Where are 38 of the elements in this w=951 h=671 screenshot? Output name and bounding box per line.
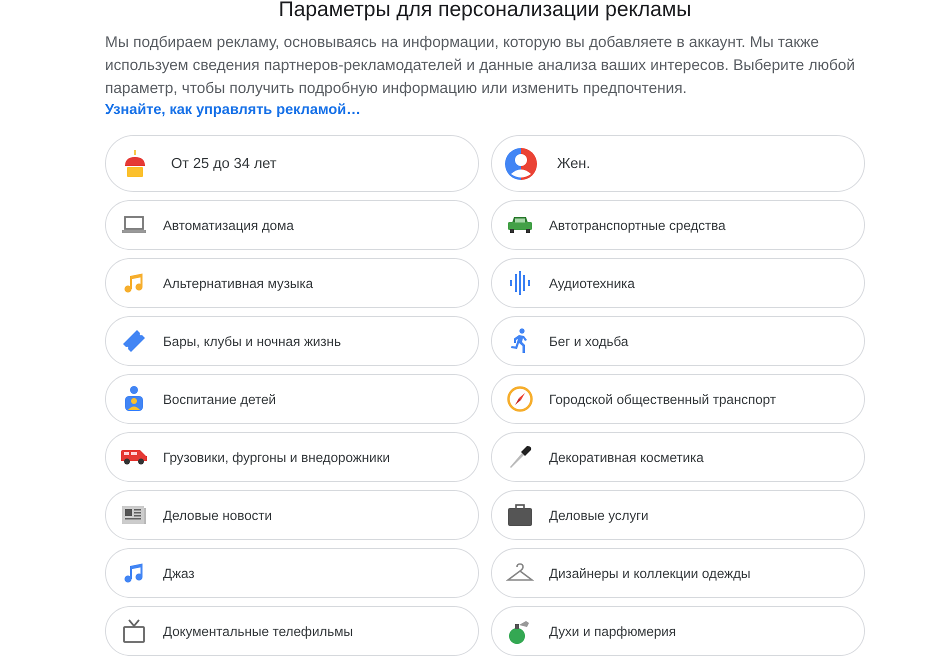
ad-factor-card[interactable]: Документальные телефильмы — [105, 606, 479, 656]
sound-wave-icon — [509, 271, 531, 295]
briefcase-icon — [508, 504, 532, 526]
ad-factor-card[interactable]: Жен. — [491, 135, 865, 192]
ad-factor-card[interactable]: Автотранспортные средства — [491, 200, 865, 250]
person-avatar-icon — [505, 148, 537, 180]
ticket-icon — [121, 328, 147, 354]
cake-icon — [124, 150, 146, 178]
runner-icon — [510, 328, 530, 354]
page-title: Параметры для персонализации рекламы — [278, 0, 692, 23]
tv-icon — [122, 619, 146, 643]
ad-factor-card[interactable]: Бары, клубы и ночная жизнь — [105, 316, 479, 366]
ad-factor-card[interactable]: Джаз — [105, 548, 479, 598]
ad-factor-card[interactable]: Грузовики, фургоны и внедорожники — [105, 432, 479, 482]
music-note-icon — [124, 563, 144, 583]
ad-factor-card[interactable]: Альтернативная музыка — [105, 258, 479, 308]
van-icon — [120, 449, 148, 465]
laptop-icon — [122, 216, 146, 234]
car-icon — [508, 216, 532, 234]
description-text: Мы подбираем рекламу, основываясь на информации, которую вы добавляете в аккаунт. Мы также используем сведения партнеров-рекламодателей и данные анализа ваших интересов. Выберите любой параметр, чтобы получить подробную информацию или изменить предпочтения. — [105, 33, 856, 99]
ad-factor-card[interactable]: Деловые услуги — [491, 490, 865, 540]
compass-icon — [507, 386, 533, 412]
hanger-icon — [506, 563, 534, 583]
ad-factor-card[interactable]: Духи и парфюмерия — [491, 606, 865, 656]
makeup-brush-icon — [508, 445, 532, 469]
ad-factor-card[interactable]: Воспитание детей — [105, 374, 479, 424]
ad-factor-card[interactable]: Дизайнеры и коллекции одежды — [491, 548, 865, 598]
ad-factor-card[interactable]: От 25 до 34 лет — [105, 135, 479, 192]
learn-more-link[interactable]: Узнайте, как управлять рекламой… — [105, 102, 361, 118]
music-note-icon — [124, 273, 144, 293]
ad-factor-card[interactable]: Городской общественный транспорт — [491, 374, 865, 424]
parent-child-icon — [123, 386, 145, 412]
ad-factor-card[interactable]: Декоративная косметика — [491, 432, 865, 482]
ad-factor-card[interactable]: Автоматизация дома — [105, 200, 479, 250]
ad-factor-card[interactable]: Аудиотехника — [491, 258, 865, 308]
newspaper-icon — [122, 505, 146, 525]
ad-factor-card[interactable]: Деловые новости — [105, 490, 479, 540]
ad-factor-card[interactable]: Бег и ходьба — [491, 316, 865, 366]
